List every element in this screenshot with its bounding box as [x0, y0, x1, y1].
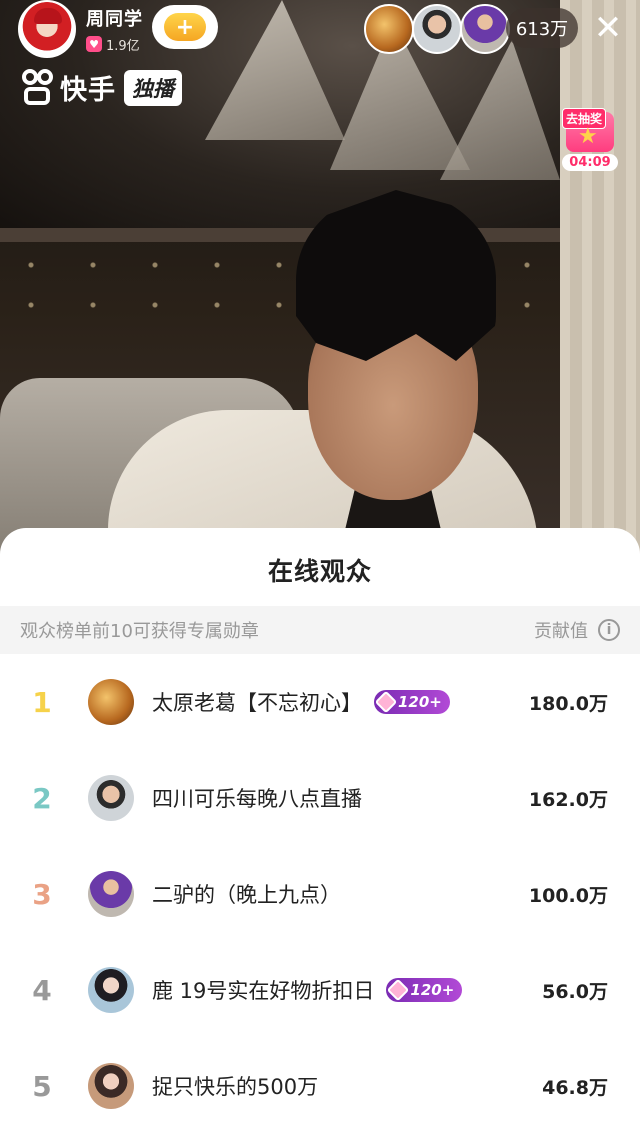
- avatar[interactable]: [88, 967, 134, 1013]
- kuaishou-logo: 快手 独播: [20, 68, 182, 107]
- hint-bar: 观众榜单前10可获得专属勋章 贡献值 i: [0, 606, 640, 654]
- brand-name: 快手: [60, 75, 116, 106]
- level-badge: 120+: [374, 690, 450, 714]
- user-name: 四川可乐每晚八点直播: [152, 787, 362, 811]
- viewer-avatar[interactable]: [460, 4, 510, 54]
- streamer-figure: [108, 180, 538, 560]
- avatar[interactable]: [88, 1063, 134, 1109]
- contribution-header[interactable]: 贡献值 i: [534, 617, 620, 643]
- close-icon[interactable]: ✕: [590, 8, 626, 48]
- host-likes: ♥ 1.9亿: [86, 35, 143, 54]
- ranking-row[interactable]: 3 二驴的（晚上九点） 100.0万: [0, 846, 640, 942]
- top-viewers[interactable]: [364, 4, 510, 54]
- host-info[interactable]: 周同学 ♥ 1.9亿: [18, 0, 143, 58]
- contribution-score: 56.0万: [542, 980, 608, 1003]
- info-icon[interactable]: i: [598, 619, 620, 641]
- likes-count: 1.9亿: [106, 38, 140, 54]
- sheet-title: 在线观众: [267, 557, 372, 586]
- exclusive-badge: 独播: [124, 69, 182, 106]
- ranking-row[interactable]: 4 鹿 19号实在好物折扣日 120+ 56.0万: [0, 942, 640, 1038]
- heart-icon: ♥: [86, 36, 102, 52]
- contribution-score: 100.0万: [528, 884, 608, 907]
- contribution-score: 46.8万: [542, 1076, 608, 1099]
- contribution-label: 贡献值: [534, 621, 588, 642]
- user-name: 二驴的（晚上九点）: [152, 883, 341, 907]
- rank-number: 4: [32, 973, 52, 1007]
- avatar[interactable]: [88, 871, 134, 917]
- level-badge-text: 120+: [398, 693, 442, 711]
- rank-number: 1: [32, 685, 52, 719]
- curtain: [560, 0, 640, 560]
- lottery-widget[interactable]: 去抽奖 ★ 04:09: [560, 108, 620, 174]
- host-name: 周同学: [86, 8, 143, 30]
- online-audience-sheet: 在线观众 观众榜单前10可获得专属勋章 贡献值 i 1 太原老葛【不忘初心】 1…: [0, 528, 640, 1133]
- hair: [296, 190, 496, 361]
- ranking-row[interactable]: 5 捉只快乐的500万 46.8万: [0, 1038, 640, 1133]
- ranking-list: 1 太原老葛【不忘初心】 120+ 180.0万 2 四川可乐每晚八点直播 16…: [0, 654, 640, 1133]
- rank-number: 3: [32, 877, 52, 911]
- user-name: 捉只快乐的500万: [152, 1075, 319, 1099]
- level-badge-text: 120+: [410, 981, 455, 999]
- ranking-row[interactable]: 1 太原老葛【不忘初心】 120+ 180.0万: [0, 654, 640, 750]
- lottery-countdown: 04:09: [562, 154, 618, 171]
- avatar[interactable]: [88, 775, 134, 821]
- viewer-avatar[interactable]: [412, 4, 462, 54]
- ranking-row[interactable]: 2 四川可乐每晚八点直播 162.0万: [0, 750, 640, 846]
- rank-number: 2: [32, 781, 52, 815]
- host-text: 周同学 ♥ 1.9亿: [86, 5, 143, 54]
- star-icon: ★: [578, 124, 598, 149]
- host-avatar[interactable]: [18, 0, 76, 58]
- viewer-count[interactable]: 613万: [506, 8, 578, 48]
- gem-icon: [387, 978, 410, 1002]
- follow-button[interactable]: +: [152, 5, 218, 49]
- avatar[interactable]: [88, 679, 134, 725]
- level-badge: 120+: [386, 978, 463, 1002]
- plus-icon: +: [164, 13, 206, 41]
- user-name: 太原老葛【不忘初心】: [152, 691, 362, 715]
- gift-box-icon: 去抽奖 ★: [562, 108, 614, 152]
- contribution-score: 162.0万: [528, 788, 608, 811]
- viewer-avatar[interactable]: [364, 4, 414, 54]
- user-name: 鹿 19号实在好物折扣日: [152, 979, 375, 1003]
- rank-number: 5: [32, 1069, 52, 1103]
- hint-text: 观众榜单前10可获得专属勋章: [20, 621, 259, 642]
- gem-icon: [374, 690, 398, 714]
- logo-icon: [20, 68, 54, 107]
- contribution-score: 180.0万: [528, 692, 608, 715]
